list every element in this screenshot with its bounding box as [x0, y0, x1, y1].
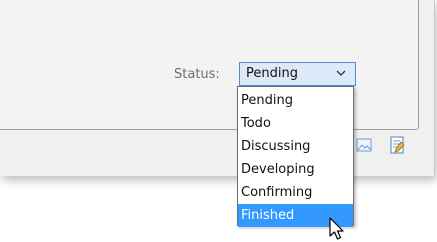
- status-label: Status:: [174, 67, 220, 82]
- edit-document-icon[interactable]: [389, 136, 406, 154]
- chevron-down-icon: [336, 70, 346, 76]
- option-confirming[interactable]: Confirming: [238, 181, 353, 204]
- status-select[interactable]: Pending: [239, 62, 356, 86]
- option-discussing[interactable]: Discussing: [238, 135, 353, 158]
- option-pending[interactable]: Pending: [238, 89, 353, 112]
- arrow-cursor-icon: [329, 217, 344, 240]
- status-dropdown-list: Pending Todo Discussing Developing Confi…: [237, 86, 354, 227]
- dialog-window: Status: Pending: [0, 0, 435, 176]
- option-developing[interactable]: Developing: [238, 158, 353, 181]
- status-select-value: Pending: [246, 66, 298, 81]
- image-icon[interactable]: [356, 136, 373, 154]
- option-todo[interactable]: Todo: [238, 112, 353, 135]
